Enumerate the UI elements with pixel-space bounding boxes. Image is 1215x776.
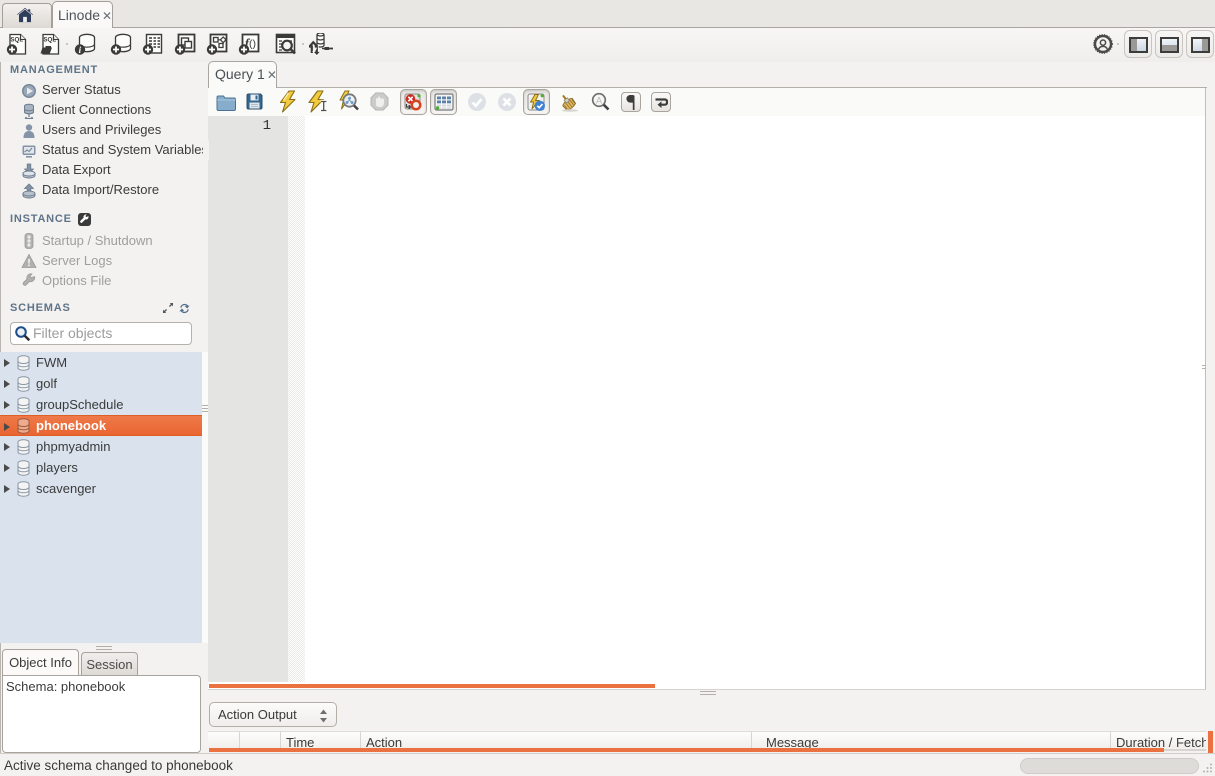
svg-text:SQL: SQL <box>10 37 23 44</box>
svg-text:(): () <box>249 38 256 50</box>
svg-text:SQL: SQL <box>43 37 56 44</box>
svg-text:A: A <box>596 96 602 106</box>
